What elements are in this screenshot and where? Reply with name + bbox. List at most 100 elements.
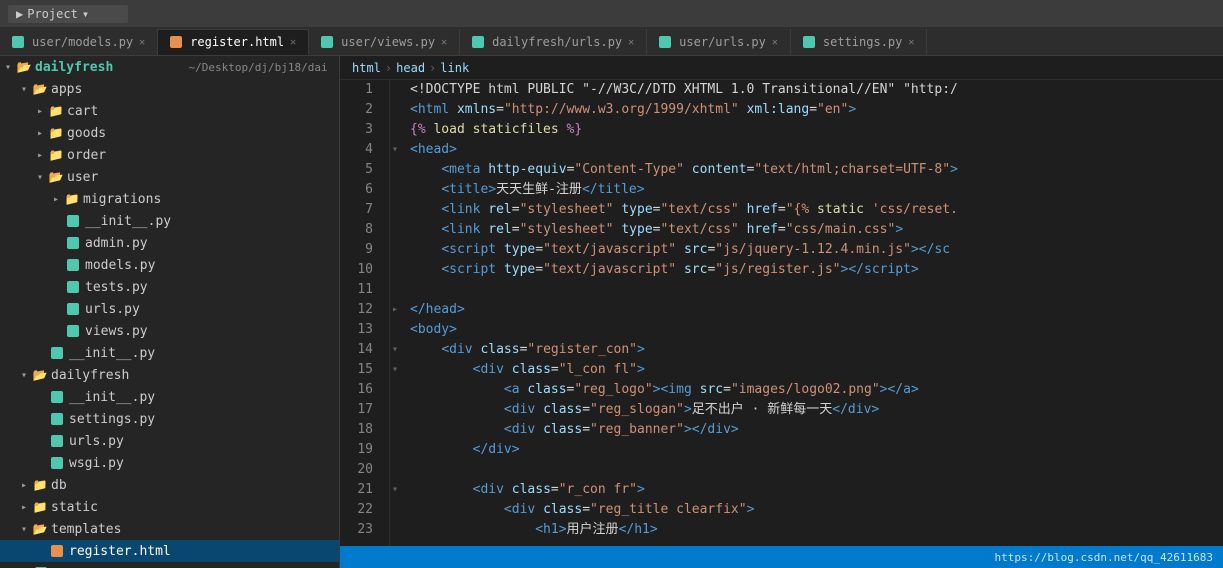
line-number: 1 [356, 80, 373, 100]
sidebar-df-init-label: __init__.py [66, 390, 339, 405]
code-lines[interactable]: <!DOCTYPE html PUBLIC "-//W3C//DTD XHTML… [390, 80, 1223, 546]
code-line[interactable]: ▾ <div class="r_con fr"> [390, 480, 1223, 500]
sidebar-item-migrations[interactable]: 📁 migrations [0, 188, 339, 210]
line-number: 22 [356, 500, 373, 520]
code-line[interactable] [390, 460, 1223, 480]
arrow-icon [16, 370, 32, 381]
project-label: Project [27, 7, 78, 21]
arrow-icon [0, 62, 16, 73]
sidebar-item-user-init[interactable]: __init__.py [0, 210, 339, 232]
sidebar-item-register-html[interactable]: register.html [0, 540, 339, 562]
code-line[interactable]: <script type="text/javascript" src="js/r… [390, 260, 1223, 280]
breadcrumb-head[interactable]: head [396, 61, 425, 75]
line-number: 15 [356, 360, 373, 380]
sidebar-item-models[interactable]: models.py [0, 254, 339, 276]
tab-close-icon[interactable]: ✕ [139, 37, 145, 48]
line-number: 18 [356, 420, 373, 440]
line-number: 17 [356, 400, 373, 420]
line-number: 11 [356, 280, 373, 300]
tab-views-py[interactable]: user/views.py ✕ [309, 29, 460, 55]
line-number: 13 [356, 320, 373, 340]
code-line[interactable]: <div class="reg_banner"></div> [390, 420, 1223, 440]
line-number: 10 [356, 260, 373, 280]
tab-bar: user/models.py ✕ register.html ✕ user/vi… [0, 28, 1223, 56]
sidebar-item-manage[interactable]: manage.py [0, 562, 339, 568]
arrow-icon [48, 194, 64, 205]
code-line[interactable]: <!DOCTYPE html PUBLIC "-//W3C//DTD XHTML… [390, 80, 1223, 100]
project-selector[interactable]: ▶ Project ▾ [8, 5, 128, 23]
code-line[interactable]: {% load staticfiles %} [390, 120, 1223, 140]
gutter-icon[interactable]: ▾ [392, 140, 398, 160]
code-line[interactable] [390, 280, 1223, 300]
sidebar-item-templates[interactable]: 📂 templates [0, 518, 339, 540]
sidebar-item-user[interactable]: 📂 user [0, 166, 339, 188]
breadcrumb-link[interactable]: link [440, 61, 469, 75]
sidebar-item-df-urls[interactable]: urls.py [0, 430, 339, 452]
sidebar-cart-label: cart [64, 104, 339, 119]
code-editor[interactable]: 1234567891011121314151617181920212223 <!… [340, 80, 1223, 546]
sidebar-item-user-views[interactable]: views.py [0, 320, 339, 342]
py-file-dot [51, 391, 63, 403]
sidebar-item-goods[interactable]: 📁 goods [0, 122, 339, 144]
tab-user-urls[interactable]: user/urls.py ✕ [647, 29, 791, 55]
line-number: 7 [356, 200, 373, 220]
sidebar-item-dailyfresh-pkg[interactable]: 📂 dailyfresh [0, 364, 339, 386]
code-line[interactable]: </div> [390, 440, 1223, 460]
tab-close-icon[interactable]: ✕ [772, 37, 778, 48]
tab-settings[interactable]: settings.py ✕ [791, 29, 928, 55]
project-arrow: ▾ [82, 7, 89, 21]
code-line[interactable]: <div class="reg_title clearfix"> [390, 500, 1223, 520]
gutter-icon[interactable]: ▾ [392, 360, 398, 380]
sidebar-item-db[interactable]: 📁 db [0, 474, 339, 496]
code-line[interactable]: <div class="reg_slogan">足不出户 · 新鲜每一天</di… [390, 400, 1223, 420]
status-url: https://blog.csdn.net/qq_42611683 [994, 551, 1213, 564]
code-line[interactable]: ▾<head> [390, 140, 1223, 160]
sidebar-item-df-settings[interactable]: settings.py [0, 408, 339, 430]
sidebar-item-admin[interactable]: admin.py [0, 232, 339, 254]
sidebar-user-init-label: __init__.py [82, 214, 339, 229]
py-file-dot [51, 347, 63, 359]
tab-register-html[interactable]: register.html ✕ [158, 29, 309, 55]
tab-close-icon[interactable]: ✕ [628, 37, 634, 48]
tab-close-icon[interactable]: ✕ [441, 37, 447, 48]
sidebar-item-apps[interactable]: 📂 apps [0, 78, 339, 100]
code-line[interactable]: <title>天天生鲜-注册</title> [390, 180, 1223, 200]
code-line[interactable]: ▾ <div class="register_con"> [390, 340, 1223, 360]
gutter-icon[interactable]: ▾ [392, 480, 398, 500]
sidebar-item-static[interactable]: 📁 static [0, 496, 339, 518]
sidebar-item-cart[interactable]: 📁 cart [0, 100, 339, 122]
sidebar-item-df-init[interactable]: __init__.py [0, 386, 339, 408]
code-line[interactable]: <link rel="stylesheet" type="text/css" h… [390, 220, 1223, 240]
sidebar-item-user-urls[interactable]: urls.py [0, 298, 339, 320]
code-line[interactable]: ▾ <div class="l_con fl"> [390, 360, 1223, 380]
gutter-icon[interactable]: ▸ [392, 300, 398, 320]
breadcrumb-html[interactable]: html [352, 61, 381, 75]
sidebar-item-order[interactable]: 📁 order [0, 144, 339, 166]
sidebar-item-tests[interactable]: tests.py [0, 276, 339, 298]
line-number: 12 [356, 300, 373, 320]
tab-close-icon[interactable]: ✕ [290, 37, 296, 48]
code-line[interactable]: <body> [390, 320, 1223, 340]
code-line[interactable]: <a class="reg_logo"><img src="images/log… [390, 380, 1223, 400]
sidebar-app-init-label: __init__.py [66, 346, 339, 361]
sidebar-item-root[interactable]: 📂 dailyfresh ~/Desktop/dj/bj18/dai [0, 56, 339, 78]
code-line[interactable]: <script type="text/javascript" src="js/j… [390, 240, 1223, 260]
arrow-icon [32, 150, 48, 161]
breadcrumb-sep-1: › [385, 61, 392, 75]
line-number: 2 [356, 100, 373, 120]
sidebar-item-wsgi[interactable]: wsgi.py [0, 452, 339, 474]
py-file-dot [659, 36, 671, 48]
tab-models-py[interactable]: user/models.py ✕ [0, 29, 158, 55]
sidebar-register-html-label: register.html [66, 544, 339, 559]
code-line[interactable]: <h1>用户注册</h1> [390, 520, 1223, 540]
tab-close-icon[interactable]: ✕ [908, 37, 914, 48]
sidebar-static-label: static [48, 500, 339, 515]
sidebar-item-app-init[interactable]: __init__.py [0, 342, 339, 364]
gutter-icon[interactable]: ▾ [392, 340, 398, 360]
code-line[interactable]: <html xmlns="http://www.w3.org/1999/xhtm… [390, 100, 1223, 120]
code-line[interactable]: ▸</head> [390, 300, 1223, 320]
code-line[interactable]: <link rel="stylesheet" type="text/css" h… [390, 200, 1223, 220]
code-line[interactable]: <meta http-equiv="Content-Type" content=… [390, 160, 1223, 180]
tab-dailyfresh-urls[interactable]: dailyfresh/urls.py ✕ [460, 29, 647, 55]
py-file-dot [472, 36, 484, 48]
